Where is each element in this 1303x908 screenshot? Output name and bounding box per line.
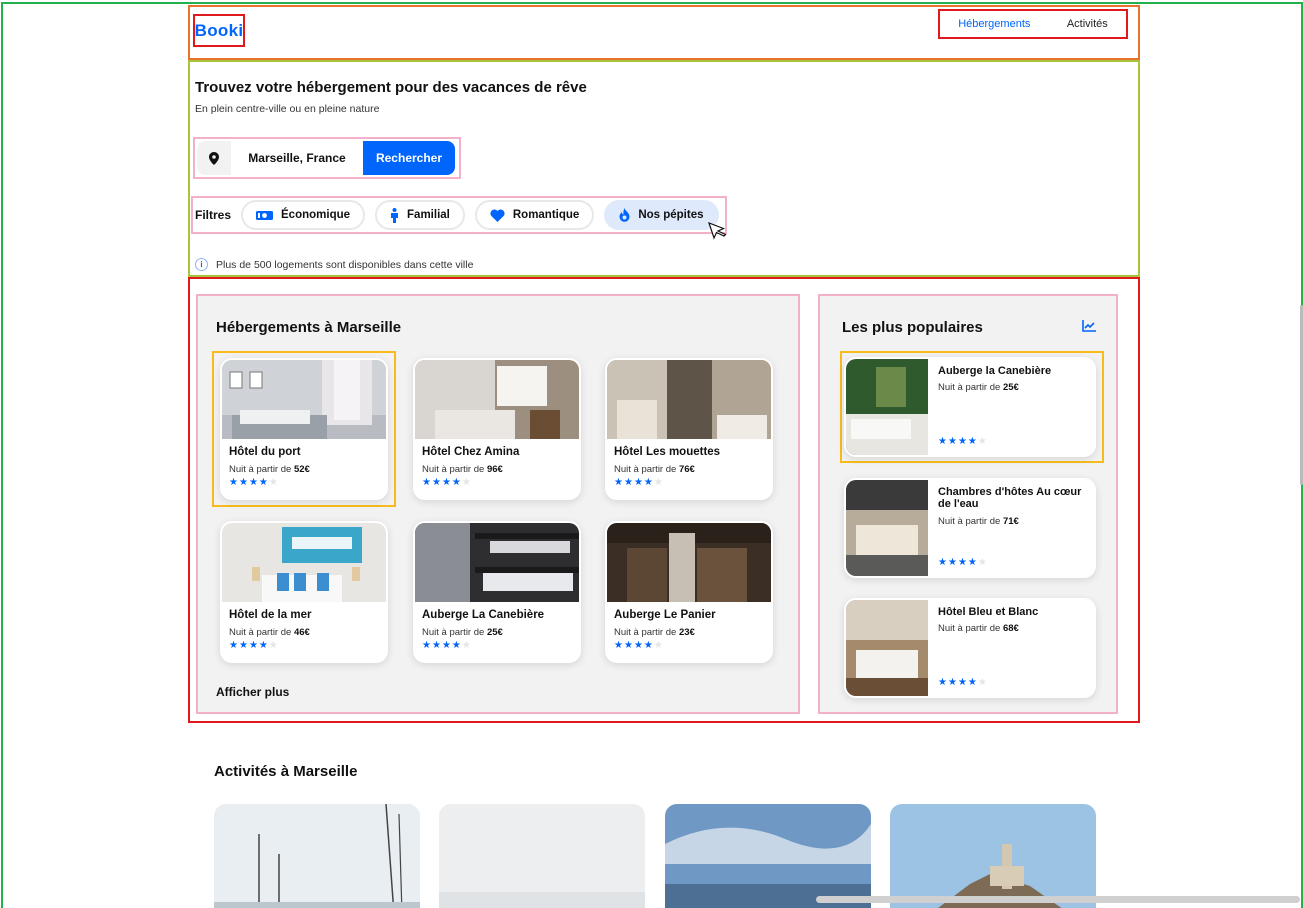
logo: Booki: [194, 20, 244, 40]
popular-card[interactable]: Hôtel Bleu et Blanc Nuit à partir de 68€…: [844, 598, 1096, 698]
search-bar: Rechercher: [193, 137, 461, 179]
nav-link-hebergements[interactable]: Hébergements: [958, 18, 1030, 30]
lodging-price: Nuit à partir de 46€: [229, 627, 310, 638]
lodging-card[interactable]: Hôtel de la mer Nuit à partir de 46€ ★ ★ ★…: [220, 521, 388, 663]
lodging-name: Auberge Le Panier: [614, 609, 716, 621]
activity-card[interactable]: [890, 804, 1096, 908]
rating-stars: ★ ★ ★ ★ ★: [938, 436, 987, 447]
lodging-card[interactable]: Hôtel du port Nuit à partir de 52€ ★ ★ ★ ★ ★: [220, 358, 388, 500]
lodging-photo: [222, 360, 386, 439]
filter-chip-label: Nos pépites: [638, 209, 704, 221]
rating-stars: ★ ★ ★ ★ ★: [614, 477, 663, 488]
lodging-price: Nuit à partir de 23€: [614, 627, 695, 638]
lodging-price: Nuit à partir de 25€: [938, 382, 1019, 393]
lodging-name: Auberge la Canebière: [938, 365, 1052, 377]
lodging-photo: [607, 360, 771, 439]
rating-stars: ★ ★ ★ ★ ★: [614, 640, 663, 651]
filters-label: Filtres: [195, 208, 232, 222]
rating-stars: ★ ★ ★ ★ ★: [229, 640, 278, 651]
rating-stars: ★ ★ ★ ★ ★: [938, 677, 987, 688]
lodging-price: Nuit à partir de 68€: [938, 623, 1019, 634]
location-input[interactable]: [231, 141, 363, 175]
lodging-photo: [607, 523, 771, 602]
lodgings-section: Hébergements à Marseille Hôtel du port N…: [196, 294, 800, 714]
filter-chip-economique[interactable]: Économique: [241, 200, 366, 230]
search-section: Trouvez votre hébergement pour des vacan…: [188, 60, 1140, 277]
show-more-link[interactable]: Afficher plus: [216, 685, 289, 699]
popular-title: Les plus populaires: [842, 319, 983, 336]
rating-stars: ★ ★ ★ ★ ★: [422, 477, 471, 488]
main-content: Hébergements à Marseille Hôtel du port N…: [188, 277, 1140, 723]
filters-bar: Filtres Économique Familial Romantique N…: [191, 196, 727, 234]
lodging-price: Nuit à partir de 25€: [422, 627, 503, 638]
filter-chip-romantique[interactable]: Romantique: [474, 200, 595, 230]
activity-card[interactable]: [665, 804, 871, 908]
rating-stars: ★ ★ ★ ★ ★: [938, 557, 987, 568]
logo-link[interactable]: Booki: [193, 14, 245, 47]
lodging-name: Hôtel du port: [229, 446, 301, 458]
lodging-price: Nuit à partir de 96€: [422, 464, 503, 475]
rating-stars: ★ ★ ★ ★ ★: [229, 477, 278, 488]
rating-stars: ★ ★ ★ ★ ★: [422, 640, 471, 651]
lodging-price: Nuit à partir de 52€: [229, 464, 310, 475]
site-header: Booki Hébergements Activités: [188, 5, 1140, 60]
lodging-name: Auberge La Canebière: [422, 609, 545, 621]
hero-title: Trouvez votre hébergement pour des vacan…: [195, 79, 587, 96]
lodging-photo: [222, 523, 386, 602]
filter-chip-label: Romantique: [512, 209, 580, 221]
trend-chart-icon: [1082, 320, 1096, 332]
lodging-price: Nuit à partir de 71€: [938, 516, 1019, 527]
lodging-card[interactable]: Hôtel Chez Amina Nuit à partir de 96€ ★ ★…: [413, 358, 581, 500]
activities-title: Activités à Marseille: [214, 763, 358, 780]
info-message: i Plus de 500 logements sont disponibles…: [195, 258, 473, 271]
lodging-price: Nuit à partir de 76€: [614, 464, 695, 475]
lodging-name: Hôtel de la mer: [229, 609, 312, 621]
fire-icon: [619, 208, 630, 222]
filter-chip-label: Économique: [281, 209, 351, 221]
mouse-cursor-icon: [708, 221, 727, 240]
person-icon: [390, 207, 399, 223]
filter-chip-nos-pepites[interactable]: Nos pépites: [604, 200, 719, 230]
lodging-photo: [846, 600, 928, 696]
search-button[interactable]: Rechercher: [363, 141, 455, 175]
horizontal-scrollbar[interactable]: [816, 896, 1300, 903]
filter-chip-familial[interactable]: Familial: [375, 200, 465, 230]
info-text: Plus de 500 logements sont disponibles d…: [216, 258, 474, 271]
popular-section: Les plus populaires Auberge la Canebière…: [818, 294, 1118, 714]
popular-card[interactable]: Auberge la Canebière Nuit à partir de 25…: [844, 357, 1096, 457]
lodging-card[interactable]: Auberge Le Panier Nuit à partir de 23€ ★…: [605, 521, 773, 663]
location-pin-icon: [197, 141, 231, 175]
lodging-photo: [415, 360, 579, 439]
lodging-name: Hôtel Bleu et Blanc: [938, 606, 1039, 618]
lodging-name: Hôtel Les mouettes: [614, 446, 721, 458]
heart-icon: [490, 208, 505, 222]
filter-chip-label: Familial: [407, 209, 450, 221]
lodging-photo: [415, 523, 579, 602]
nav-link-activites[interactable]: Activités: [1067, 18, 1108, 30]
lodging-name: Chambres d'hôtes Au cœur de l'eau: [938, 486, 1082, 510]
lodgings-title: Hébergements à Marseille: [216, 319, 402, 336]
main-nav: Hébergements Activités: [938, 9, 1128, 39]
activity-card[interactable]: [439, 804, 645, 908]
lodging-name: Hôtel Chez Amina: [422, 446, 520, 458]
info-icon: i: [195, 258, 208, 271]
lodging-photo: [846, 480, 928, 576]
money-icon: [256, 210, 274, 221]
activity-card[interactable]: [214, 804, 420, 908]
hero-subtitle: En plein centre-ville ou en pleine natur…: [195, 103, 380, 115]
lodging-card[interactable]: Auberge La Canebière Nuit à partir de 25…: [413, 521, 581, 663]
popular-card[interactable]: Chambres d'hôtes Au cœur de l'eau Nuit à…: [844, 478, 1096, 578]
lodging-photo: [846, 359, 928, 455]
lodging-card[interactable]: Hôtel Les mouettes Nuit à partir de 76€ …: [605, 358, 773, 500]
